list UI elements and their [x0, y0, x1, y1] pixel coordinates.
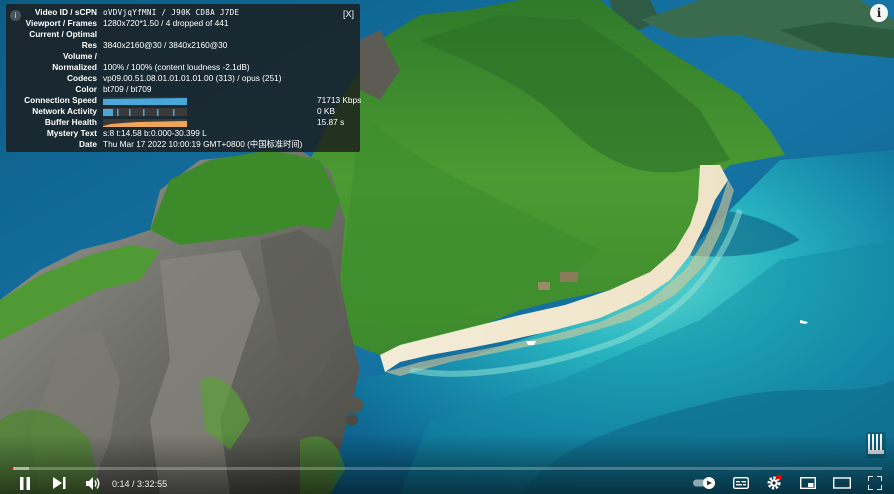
buffer-health-graph — [103, 119, 187, 127]
miniplayer-icon — [800, 477, 816, 489]
next-button[interactable] — [48, 472, 70, 494]
progress-bar[interactable] — [12, 467, 882, 470]
stats-label: Res — [81, 40, 97, 50]
time-separator: / — [129, 479, 138, 489]
stats-row-video-id: Video ID / sCPN oVDVjqYfMNI / J90K CD8A … — [12, 7, 354, 18]
stats-value: 1280x720*1.50 / 4 dropped of 441 — [103, 18, 229, 28]
stats-row-res: Res 3840x2160@30 / 3840x2160@30 — [12, 40, 354, 51]
info-icon[interactable]: i — [870, 4, 888, 22]
stats-value: vp09.00.51.08.01.01.01.01.00 (313) / opu… — [103, 73, 282, 83]
stats-label: Network Activity — [32, 106, 97, 116]
miniplayer-button[interactable] — [797, 472, 819, 494]
stats-label: Codecs — [67, 73, 97, 83]
stats-row-viewport: Viewport / Frames 1280x720*1.50 / 4 drop… — [12, 18, 354, 29]
fullscreen-button[interactable] — [864, 472, 886, 494]
stats-label: Buffer Health — [44, 117, 97, 127]
stats-label: Color — [75, 84, 97, 94]
stats-label: Volume / — [63, 51, 97, 61]
stats-label: Connection Speed — [24, 95, 97, 105]
mute-button[interactable] — [82, 472, 104, 494]
fullscreen-icon — [868, 476, 882, 490]
stats-value: oVDVjqYfMNI / J90K CD8A J7DE — [103, 8, 240, 17]
player-controls: 0:14 / 3:32:55 — [0, 472, 894, 494]
progress-played — [12, 467, 13, 470]
stats-label: Date — [79, 139, 97, 149]
stats-value: 100% / 100% (content loudness -2.1dB) — [103, 62, 250, 72]
subtitles-icon — [733, 477, 749, 489]
stats-label: Normalized — [52, 62, 97, 72]
theater-mode-icon — [833, 477, 851, 489]
stats-value: 0 KB — [317, 106, 335, 116]
stats-row-normalized: Normalized 100% / 100% (content loudness… — [12, 62, 354, 73]
autoplay-toggle-icon — [693, 477, 715, 489]
stats-row-current-optimal: Current / Optimal — [12, 29, 354, 40]
stats-value: bt709 / bt709 — [103, 84, 152, 94]
pause-button[interactable] — [14, 472, 36, 494]
progress-loaded — [12, 467, 30, 470]
time-display: 0:14 / 3:32:55 — [112, 472, 167, 494]
next-icon — [52, 477, 65, 489]
settings-gear-icon — [767, 475, 782, 490]
stats-label: Video ID / sCPN — [34, 7, 97, 17]
connection-speed-graph — [103, 97, 187, 105]
stats-for-nerds-panel: i [X] Video ID / sCPN oVDVjqYfMNI / J90K… — [6, 4, 361, 152]
stats-value: s:8 t:14.58 b:0.000-30.399 L — [103, 128, 207, 138]
stats-row-buffer-health: Buffer Health 15.87 s — [12, 117, 354, 128]
theater-mode-button[interactable] — [830, 472, 854, 494]
network-activity-graph — [103, 108, 187, 116]
subtitles-button[interactable] — [730, 472, 752, 494]
pause-icon — [20, 476, 30, 490]
stats-row-date: Date Thu Mar 17 2022 10:00:19 GMT+0800 (… — [12, 139, 354, 150]
volume-icon — [85, 476, 99, 490]
settings-button[interactable] — [763, 472, 785, 494]
stats-value: 15.87 s — [317, 117, 345, 127]
stats-value: 3840x2160@30 / 3840x2160@30 — [103, 40, 228, 50]
duration: 3:32:55 — [137, 479, 168, 489]
current-time: 0:14 — [112, 479, 130, 489]
autoplay-toggle[interactable] — [692, 472, 718, 494]
stats-row-volume: Volume / — [12, 51, 354, 62]
stats-label: Mystery Text — [46, 128, 97, 138]
stats-row-connection-speed: Connection Speed 71713 Kbps — [12, 95, 361, 106]
stats-label: Current / Optimal — [29, 29, 97, 39]
stats-label: Viewport / Frames — [25, 18, 97, 28]
stats-row-color: Color bt709 / bt709 — [12, 84, 354, 95]
stats-row-codecs: Codecs vp09.00.51.08.01.01.01.01.00 (313… — [12, 73, 354, 84]
stats-row-mystery-text: Mystery Text s:8 t:14.58 b:0.000-30.399 … — [12, 128, 354, 139]
stats-value: Thu Mar 17 2022 10:00:19 GMT+0800 (中国标准时… — [103, 139, 303, 149]
stats-value: 71713 Kbps — [317, 95, 362, 105]
stats-row-network-activity: Network Activity 0 KB — [12, 106, 354, 117]
